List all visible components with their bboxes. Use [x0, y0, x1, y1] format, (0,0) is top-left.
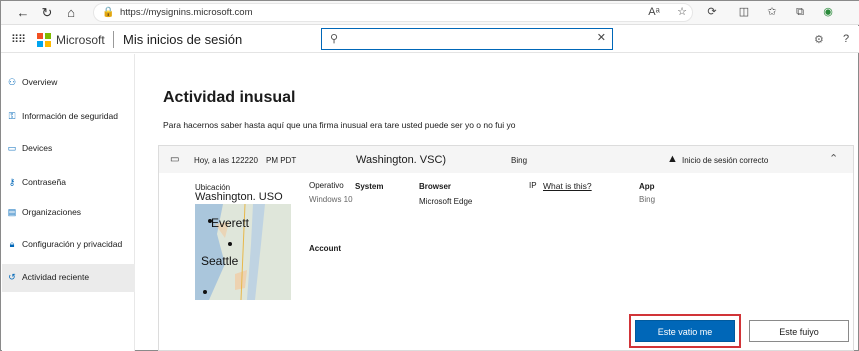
search-input[interactable]: [348, 32, 588, 46]
close-icon[interactable]: ✕: [597, 31, 606, 44]
map-pin: [228, 242, 232, 246]
user-icon: ⚇: [7, 77, 17, 87]
sidebar-item-label: Contraseña: [22, 177, 66, 187]
collections-icon[interactable]: ⧉: [793, 5, 807, 19]
favorite-star-icon[interactable]: ☆: [675, 5, 689, 19]
monitor-icon: ▭: [170, 154, 180, 165]
location-value: Washington. USO: [195, 191, 283, 203]
app-value: Bing: [639, 195, 656, 204]
microsoft-logo: [37, 33, 51, 47]
browser-value: Microsoft Edge: [419, 197, 473, 206]
header-divider: [113, 31, 114, 48]
refresh-icon[interactable]: ↻: [39, 5, 55, 21]
extensions-icon[interactable]: ⟳: [705, 5, 719, 19]
laptop-icon: ▭: [7, 143, 17, 153]
sidebar-item-overview[interactable]: ⚇ Overview: [2, 69, 135, 97]
lock-icon[interactable]: 🔒: [102, 7, 114, 18]
app-label: App: [639, 182, 655, 191]
chevron-up-icon[interactable]: ⌃: [829, 152, 838, 165]
os-label-bold: System: [355, 182, 384, 191]
key-icon: ⚷: [8, 177, 16, 187]
sidebar-item-label: Devices: [22, 143, 53, 153]
briefcase-icon: ▤: [7, 207, 17, 217]
brand-name: Microsoft: [56, 33, 105, 47]
what-is-this-link[interactable]: What is this?: [543, 181, 592, 191]
app-title: Mis inicios de sesión: [123, 32, 243, 47]
sidebar: ⚇ Overview ⚿ Información de seguridad ▭ …: [2, 54, 135, 351]
search-box[interactable]: ⚲ ✕: [321, 28, 613, 50]
favorites-icon[interactable]: ✩: [765, 5, 779, 19]
location-map: Everett Seattle: [195, 204, 291, 300]
key-user-icon: ⚿: [8, 111, 16, 121]
map-city-seattle: Seattle: [201, 254, 239, 268]
address-bar[interactable]: 🔒 https://mysignins.microsoft.com: [93, 3, 693, 22]
app-launcher-icon[interactable]: ⠿⠿: [11, 33, 26, 46]
it-was-me-button[interactable]: Este vatio me: [635, 320, 735, 342]
url-text[interactable]: https://mysignins.microsoft.com: [120, 7, 253, 18]
page-title: Actividad inusual: [163, 89, 296, 106]
org-chart-icon[interactable]: ⚙: [814, 33, 824, 46]
history-icon: ↺: [8, 272, 16, 282]
sidebar-item-recent-activity[interactable]: ↺ Actividad reciente: [2, 264, 135, 292]
os-label: Operativo: [309, 181, 344, 190]
lock-icon: 🔒︎: [9, 239, 15, 249]
sidebar-item-label: Organizaciones: [22, 207, 82, 217]
sidebar-item-label: Información de seguridad: [22, 111, 118, 121]
sign-in-date: Hoy, a las 122220: [194, 156, 258, 165]
sign-in-status: Inicio de sesión correcto: [682, 156, 769, 165]
it-was-not-me-button[interactable]: Este fuiyo: [749, 320, 849, 342]
activity-card: ▭ Hoy, a las 122220 PM PDT Washington. V…: [158, 145, 854, 351]
search-icon: ⚲: [330, 33, 339, 45]
sidebar-item-settings-privacy[interactable]: 🔒︎ Configuración y privacidad: [2, 231, 135, 259]
back-icon[interactable]: ←: [15, 5, 31, 21]
warning-icon: ▲: [667, 153, 678, 165]
profile-icon[interactable]: ◉: [821, 5, 835, 19]
sidebar-item-security-info[interactable]: ⚿ Información de seguridad: [2, 103, 135, 131]
os-value: Windows 10: [309, 195, 353, 204]
sidebar-item-label: Overview: [22, 77, 58, 87]
browser-toolbar: ← ↻ ⌂ 🔒 https://mysignins.microsoft.com …: [1, 1, 859, 25]
sign-in-app: Bing: [511, 156, 528, 165]
main-content: Actividad inusual Para hacernos saber ha…: [136, 54, 856, 351]
sidebar-item-devices[interactable]: ▭ Devices: [2, 135, 135, 163]
map-pin: [203, 290, 207, 294]
sidebar-item-label: Actividad reciente: [22, 272, 90, 282]
read-aloud-icon[interactable]: Aᵃ: [647, 5, 661, 19]
page-description: Para hacernos saber hasta aquí que una f…: [163, 120, 516, 130]
ip-label: IP: [529, 181, 537, 190]
account-label: Account: [309, 244, 341, 253]
sidebar-item-password[interactable]: ⚷ Contraseña: [2, 169, 135, 197]
sign-in-time: PM PDT: [266, 156, 297, 165]
browser-label: Browser: [419, 182, 452, 191]
activity-card-header[interactable]: ▭ Hoy, a las 122220 PM PDT Washington. V…: [159, 146, 853, 173]
home-icon[interactable]: ⌂: [63, 5, 79, 21]
split-screen-icon[interactable]: ◫: [737, 5, 751, 19]
sidebar-item-organizations[interactable]: ▤ Organizaciones: [2, 199, 135, 227]
map-city-everett: Everett: [211, 216, 250, 230]
help-icon[interactable]: ?: [843, 33, 849, 45]
sidebar-item-label: Configuración y privacidad: [22, 239, 123, 249]
app-header: ⠿⠿ Microsoft Mis inicios de sesión ⚲ ✕ ⚙…: [1, 26, 859, 53]
sign-in-location: Washington. VSC): [356, 154, 447, 166]
